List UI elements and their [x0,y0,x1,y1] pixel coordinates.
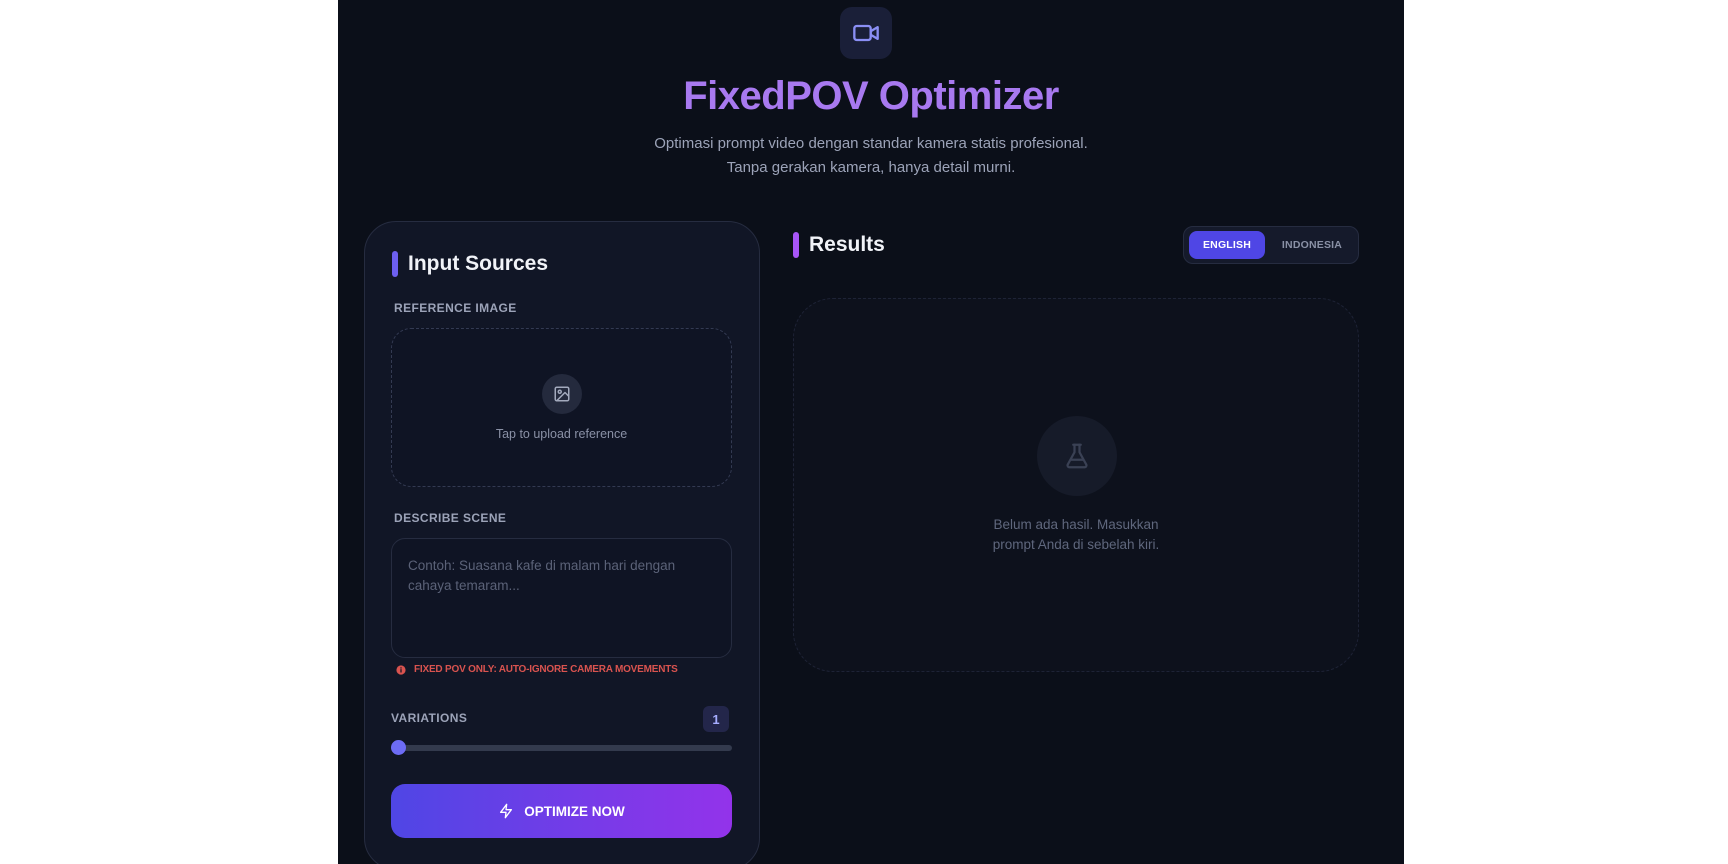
logo [840,7,892,59]
page-subtitle-line-2: Tanpa gerakan kamera, hanya detail murni… [726,159,1016,176]
language-option-english[interactable]: ENGLISH [1189,231,1265,259]
upload-icon-circle [542,374,582,414]
section-accent-bar [392,251,398,277]
language-option-indonesia[interactable]: INDONESIA [1270,231,1354,259]
variations-slider-thumb[interactable] [391,740,406,755]
optimize-now-label: OPTIMIZE NOW [524,803,625,819]
language-toggle: ENGLISH INDONESIA [1183,226,1359,264]
results-title: Results [809,233,885,256]
image-icon [554,386,570,402]
results-empty-state: Belum ada hasil. Masukkan prompt Anda di… [793,298,1359,672]
fixed-pov-warning: FIXED POV ONLY: AUTO-IGNORE CAMERA MOVEM… [396,664,678,675]
empty-state-line-1: Belum ada hasil. Masukkan [993,517,1159,532]
section-accent-bar [793,232,799,258]
input-panel-title: Input Sources [408,252,549,275]
variations-value-badge: 1 [703,706,729,732]
reference-image-label: REFERENCE IMAGE [394,301,517,315]
empty-state-line-2: prompt Anda di sebelah kiri. [992,537,1160,552]
upload-hint: Tap to upload reference [495,427,628,441]
flask-icon [1066,443,1088,469]
describe-scene-label: DESCRIBE SCENE [394,511,507,525]
page-title: FixedPOV Optimizer [683,74,1059,118]
lightning-icon [500,803,513,819]
empty-state-message: Belum ada hasil. Masukkan prompt Anda di… [794,515,1358,555]
app-root: FixedPOV Optimizer Optimasi prompt video… [338,0,1404,864]
empty-icon-circle [1037,416,1117,496]
reference-upload-dropzone[interactable]: Tap to upload reference [391,328,732,487]
scene-description-input[interactable] [391,538,732,658]
input-panel-header: Input Sources [392,251,548,277]
results-header: Results [793,232,885,258]
input-panel: Input Sources REFERENCE IMAGE Tap to upl… [364,221,760,864]
page-subtitle-line-1: Optimasi prompt video dengan standar kam… [654,135,1088,152]
video-camera-icon [853,24,879,42]
info-icon [396,664,406,675]
variations-label: VARIATIONS [391,711,468,725]
optimize-now-button[interactable]: OPTIMIZE NOW [391,784,732,838]
variations-slider-track[interactable] [391,745,732,751]
warning-text: FIXED POV ONLY: AUTO-IGNORE CAMERA MOVEM… [414,664,678,675]
